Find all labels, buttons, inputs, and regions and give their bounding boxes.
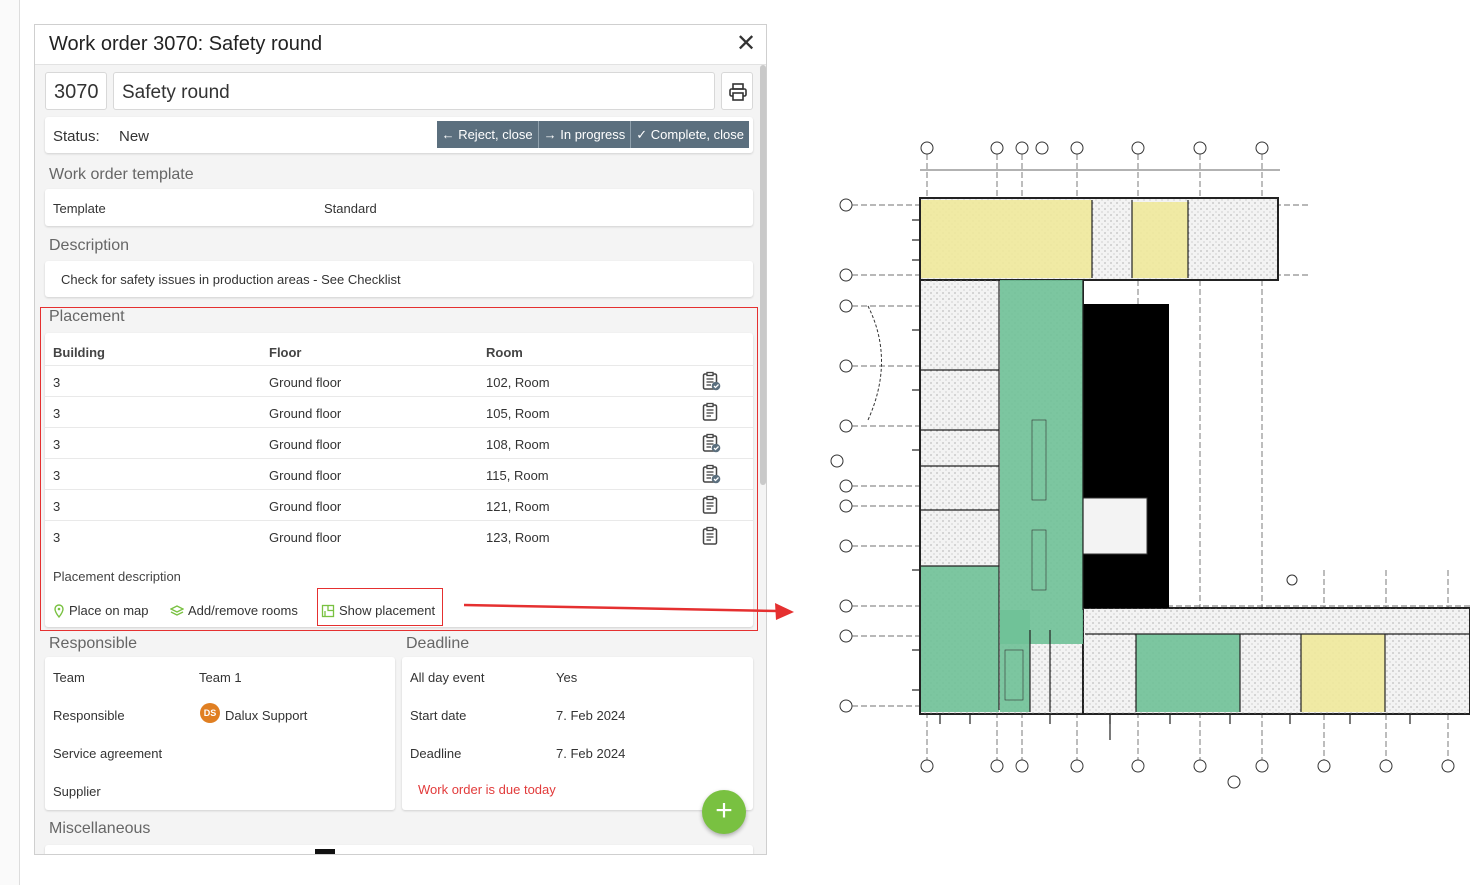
panel-header: Work order 3070: Safety round ✕ <box>35 25 766 65</box>
responsible-value: Dalux Support <box>225 708 308 723</box>
responsible-section-title: Responsible <box>49 635 138 652</box>
team-label: Team <box>53 670 85 685</box>
print-button[interactable] <box>721 72 753 110</box>
floor-plan-drawing <box>830 141 1470 789</box>
status-bar: Status: New ← Reject, close → In progres… <box>45 117 753 153</box>
description-card: Check for safety issues in production ar… <box>45 261 753 297</box>
template-label: Template <box>53 201 106 216</box>
printer-icon <box>729 83 747 101</box>
supplier-label: Supplier <box>53 784 101 799</box>
start-date-value: 7. Feb 2024 <box>556 708 626 723</box>
template-section-title: Work order template <box>49 166 194 183</box>
placement-highlight-frame <box>40 307 758 631</box>
reject-close-button[interactable]: ← Reject, close <box>436 121 539 148</box>
avatar: DS <box>200 703 220 723</box>
all-day-value: Yes <box>556 670 578 685</box>
status-actions: ← Reject, close → In progress ✓ Complete… <box>436 121 749 148</box>
deadline-section-title: Deadline <box>406 635 470 652</box>
template-value: Standard <box>324 201 377 216</box>
misc-section-title: Miscellaneous <box>49 820 151 837</box>
panel-title: Work order 3070: Safety round <box>49 33 323 55</box>
start-date-label: Start date <box>410 708 467 723</box>
order-id-field[interactable]: 3070 <box>45 72 107 110</box>
pointer-arrow <box>463 603 794 620</box>
misc-card <box>45 845 753 854</box>
service-agreement-label: Service agreement <box>53 746 163 761</box>
in-progress-button[interactable]: → In progress <box>538 121 632 148</box>
team-value: Team 1 <box>199 670 242 685</box>
responsible-label: Responsible <box>53 708 125 723</box>
template-card: Template Standard <box>45 189 753 226</box>
left-border-strip <box>0 0 20 885</box>
description-section-title: Description <box>49 237 130 254</box>
description-text: Check for safety issues in production ar… <box>61 272 401 287</box>
deadline-value: 7. Feb 2024 <box>556 746 626 761</box>
status-label: Status: <box>53 128 100 145</box>
complete-close-button[interactable]: ✓ Complete, close <box>631 121 749 148</box>
order-name-field[interactable]: Safety round <box>113 72 715 110</box>
close-icon[interactable]: ✕ <box>734 31 758 57</box>
due-warning: Work order is due today <box>418 782 556 797</box>
misc-color-swatch <box>315 849 335 854</box>
deadline-card: All day event Yes Start date 7. Feb 2024… <box>402 657 753 810</box>
scrollbar[interactable] <box>760 65 766 485</box>
show-placement-highlight-frame <box>317 588 443 626</box>
deadline-label: Deadline <box>410 746 462 761</box>
responsible-card: Team Team 1 Responsible DS Dalux Support… <box>45 657 395 810</box>
all-day-label: All day event <box>410 670 485 685</box>
add-fab-button[interactable]: + <box>702 790 746 834</box>
status-value: New <box>119 128 150 145</box>
